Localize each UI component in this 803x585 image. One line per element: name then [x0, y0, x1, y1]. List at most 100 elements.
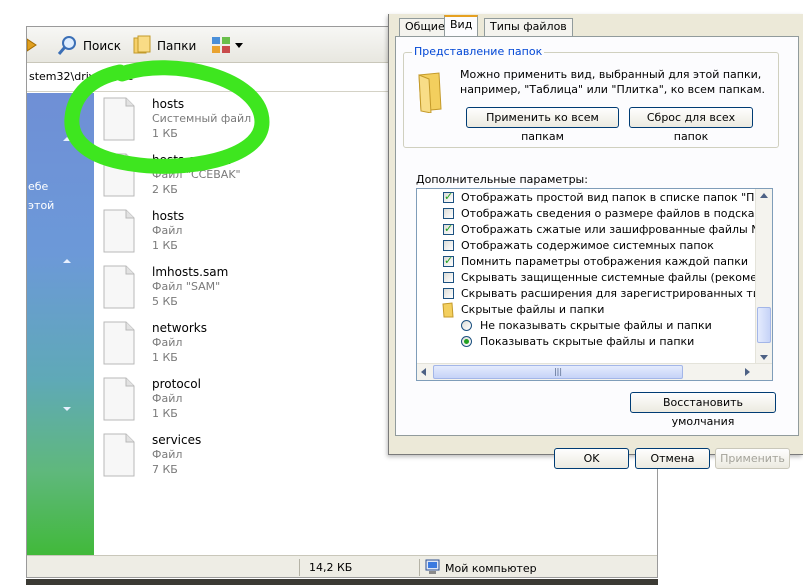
document-icon — [103, 377, 135, 421]
file-size: 1 КБ — [152, 407, 178, 420]
file-item[interactable]: hosts Файл 1 КБ — [103, 209, 303, 259]
file-item[interactable]: hosts Системный файл 1 КБ — [103, 97, 303, 147]
checkbox[interactable] — [443, 254, 454, 267]
radio-button[interactable] — [461, 320, 472, 331]
scroll-left-icon[interactable] — [421, 368, 426, 376]
status-size: 14,2 КБ — [309, 561, 353, 574]
option-checkbox-row[interactable]: Отображать сжатые или зашифрованные файл… — [417, 222, 772, 238]
document-icon — [103, 209, 135, 253]
file-item[interactable]: hosts.ccebak Файл "CCEBAK" 2 КБ — [103, 153, 303, 203]
option-checkbox-row[interactable]: Помнить параметры отображения каждой пап… — [417, 254, 757, 270]
apply-button[interactable]: Применить — [715, 448, 790, 469]
vertical-scroll-thumb[interactable] — [757, 307, 771, 343]
views-icon — [211, 35, 243, 58]
folder-views-title: Представление папок — [412, 45, 545, 58]
task-pane-text[interactable]: ебе — [28, 180, 48, 193]
file-type: Файл "SAM" — [152, 280, 221, 293]
back-icon[interactable] — [27, 37, 37, 53]
checkbox[interactable] — [443, 190, 454, 203]
checkbox[interactable] — [443, 222, 454, 235]
folders-icon — [131, 34, 153, 59]
file-name: hosts.ccebak — [152, 153, 231, 167]
views-button[interactable] — [211, 35, 243, 57]
search-button[interactable]: Поиск — [57, 35, 121, 57]
collapse-arrow-icon[interactable] — [63, 137, 71, 141]
expand-arrow-icon[interactable] — [63, 407, 71, 411]
taskbar-fragment — [26, 579, 658, 585]
file-item[interactable]: services Файл 7 КБ — [103, 433, 303, 483]
option-label: Отображать простой вид папок в списке па… — [461, 191, 773, 204]
option-checkbox-row[interactable]: Отображать содержимое системных папок — [417, 238, 757, 254]
document-icon — [103, 265, 135, 309]
option-label: Отображать сжатые или зашифрованные файл… — [461, 223, 773, 236]
task-pane: ебе этой — [27, 93, 94, 555]
file-item[interactable]: networks Файл 1 КБ — [103, 321, 303, 371]
restore-defaults-button[interactable]: Восстановить умолчания — [630, 392, 776, 428]
file-name: networks — [152, 321, 207, 335]
checkbox[interactable] — [443, 272, 454, 283]
scroll-down-icon[interactable] — [760, 355, 768, 360]
file-size: 5 КБ — [152, 295, 178, 308]
status-location: Мой компьютер — [425, 559, 537, 577]
task-pane-text[interactable]: этой — [28, 199, 54, 212]
collapse-arrow-icon[interactable] — [63, 259, 71, 263]
file-name: hosts — [152, 209, 185, 223]
option-label: Показывать скрытые файлы и папки — [480, 335, 695, 348]
folder-views-description: Можно применить вид, выбранный для этой … — [460, 68, 766, 96]
file-size: 1 КБ — [152, 239, 178, 252]
file-name: services — [152, 433, 202, 447]
option-radio-row[interactable]: Показывать скрытые файлы и папки — [417, 334, 757, 350]
file-type: Файл — [152, 224, 183, 237]
reset-all-folders-button[interactable]: Сброс для всех папок — [629, 107, 753, 143]
radio-button[interactable] — [461, 336, 472, 347]
file-size: 1 КБ — [152, 127, 178, 140]
option-checkbox-row[interactable]: Скрывать защищенные системные файлы (рек… — [417, 270, 772, 286]
option-checkbox-row[interactable]: Скрывать расширения для зарегистрированн… — [417, 286, 772, 302]
file-size: 1 КБ — [152, 351, 178, 364]
file-type: Файл — [152, 448, 183, 461]
option-checkbox-row[interactable]: Отображать сведения о размере файлов в п… — [417, 206, 772, 222]
option-label: Отображать сведения о размере файлов в п… — [461, 207, 773, 220]
option-label: Скрывать защищенные системные файлы (рек… — [461, 271, 773, 284]
file-item[interactable]: protocol Файл 1 КБ — [103, 377, 303, 427]
horizontal-scroll-thumb[interactable]: ||| — [433, 365, 683, 379]
scroll-right-icon[interactable] — [745, 368, 750, 376]
option-label: Помнить параметры отображения каждой пап… — [461, 255, 749, 268]
computer-icon — [425, 559, 441, 577]
ok-button[interactable]: OK — [554, 448, 629, 469]
address-path: stem32\drivers\etc — [29, 70, 134, 83]
option-radio-row[interactable]: Не показывать скрытые файлы и папки — [417, 318, 757, 334]
checkbox[interactable] — [443, 208, 454, 219]
option-label: Не показывать скрытые файлы и папки — [480, 319, 712, 332]
option-checkbox-row[interactable]: Отображать простой вид папок в списке па… — [417, 190, 772, 206]
file-name: hosts — [152, 97, 185, 111]
file-type: Файл "CCEBAK" — [152, 168, 241, 181]
vertical-scrollbar[interactable] — [755, 189, 772, 364]
search-icon — [57, 34, 79, 59]
file-item[interactable]: lmhosts.sam Файл "SAM" 5 КБ — [103, 265, 303, 315]
horizontal-scrollbar[interactable]: ||| — [417, 363, 772, 380]
folder-options-dialog: Общие Вид Типы файлов Представление папо… — [388, 14, 803, 469]
option-label: Скрытые файлы и папки — [461, 303, 605, 316]
tab-view[interactable]: Вид — [444, 15, 479, 37]
tab-general[interactable]: Общие — [399, 18, 451, 36]
option-label: Скрывать расширения для зарегистрированн… — [461, 287, 773, 300]
scroll-up-icon[interactable] — [760, 193, 768, 198]
file-type: Файл — [152, 336, 183, 349]
option-group-row[interactable]: Скрытые файлы и папки — [417, 302, 757, 318]
cancel-button[interactable]: Отмена — [635, 448, 710, 469]
status-bar: 14,2 КБ Мой компьютер — [27, 555, 657, 577]
folders-button[interactable]: Папки — [131, 35, 196, 57]
folder-icon — [415, 71, 445, 114]
checkbox[interactable] — [443, 240, 454, 251]
document-icon — [103, 321, 135, 365]
file-name: protocol — [152, 377, 201, 391]
view-tab-panel: Представление папок Можно применить вид,… — [395, 36, 799, 436]
tab-file-types[interactable]: Типы файлов — [484, 18, 573, 36]
document-icon — [103, 433, 135, 477]
document-icon — [103, 153, 135, 197]
apply-to-all-folders-button[interactable]: Применить ко всем папкам — [466, 107, 619, 143]
checkbox[interactable] — [443, 288, 454, 299]
advanced-settings-list[interactable]: Отображать простой вид папок в списке па… — [416, 188, 773, 381]
option-label: Отображать содержимое системных папок — [461, 239, 714, 252]
